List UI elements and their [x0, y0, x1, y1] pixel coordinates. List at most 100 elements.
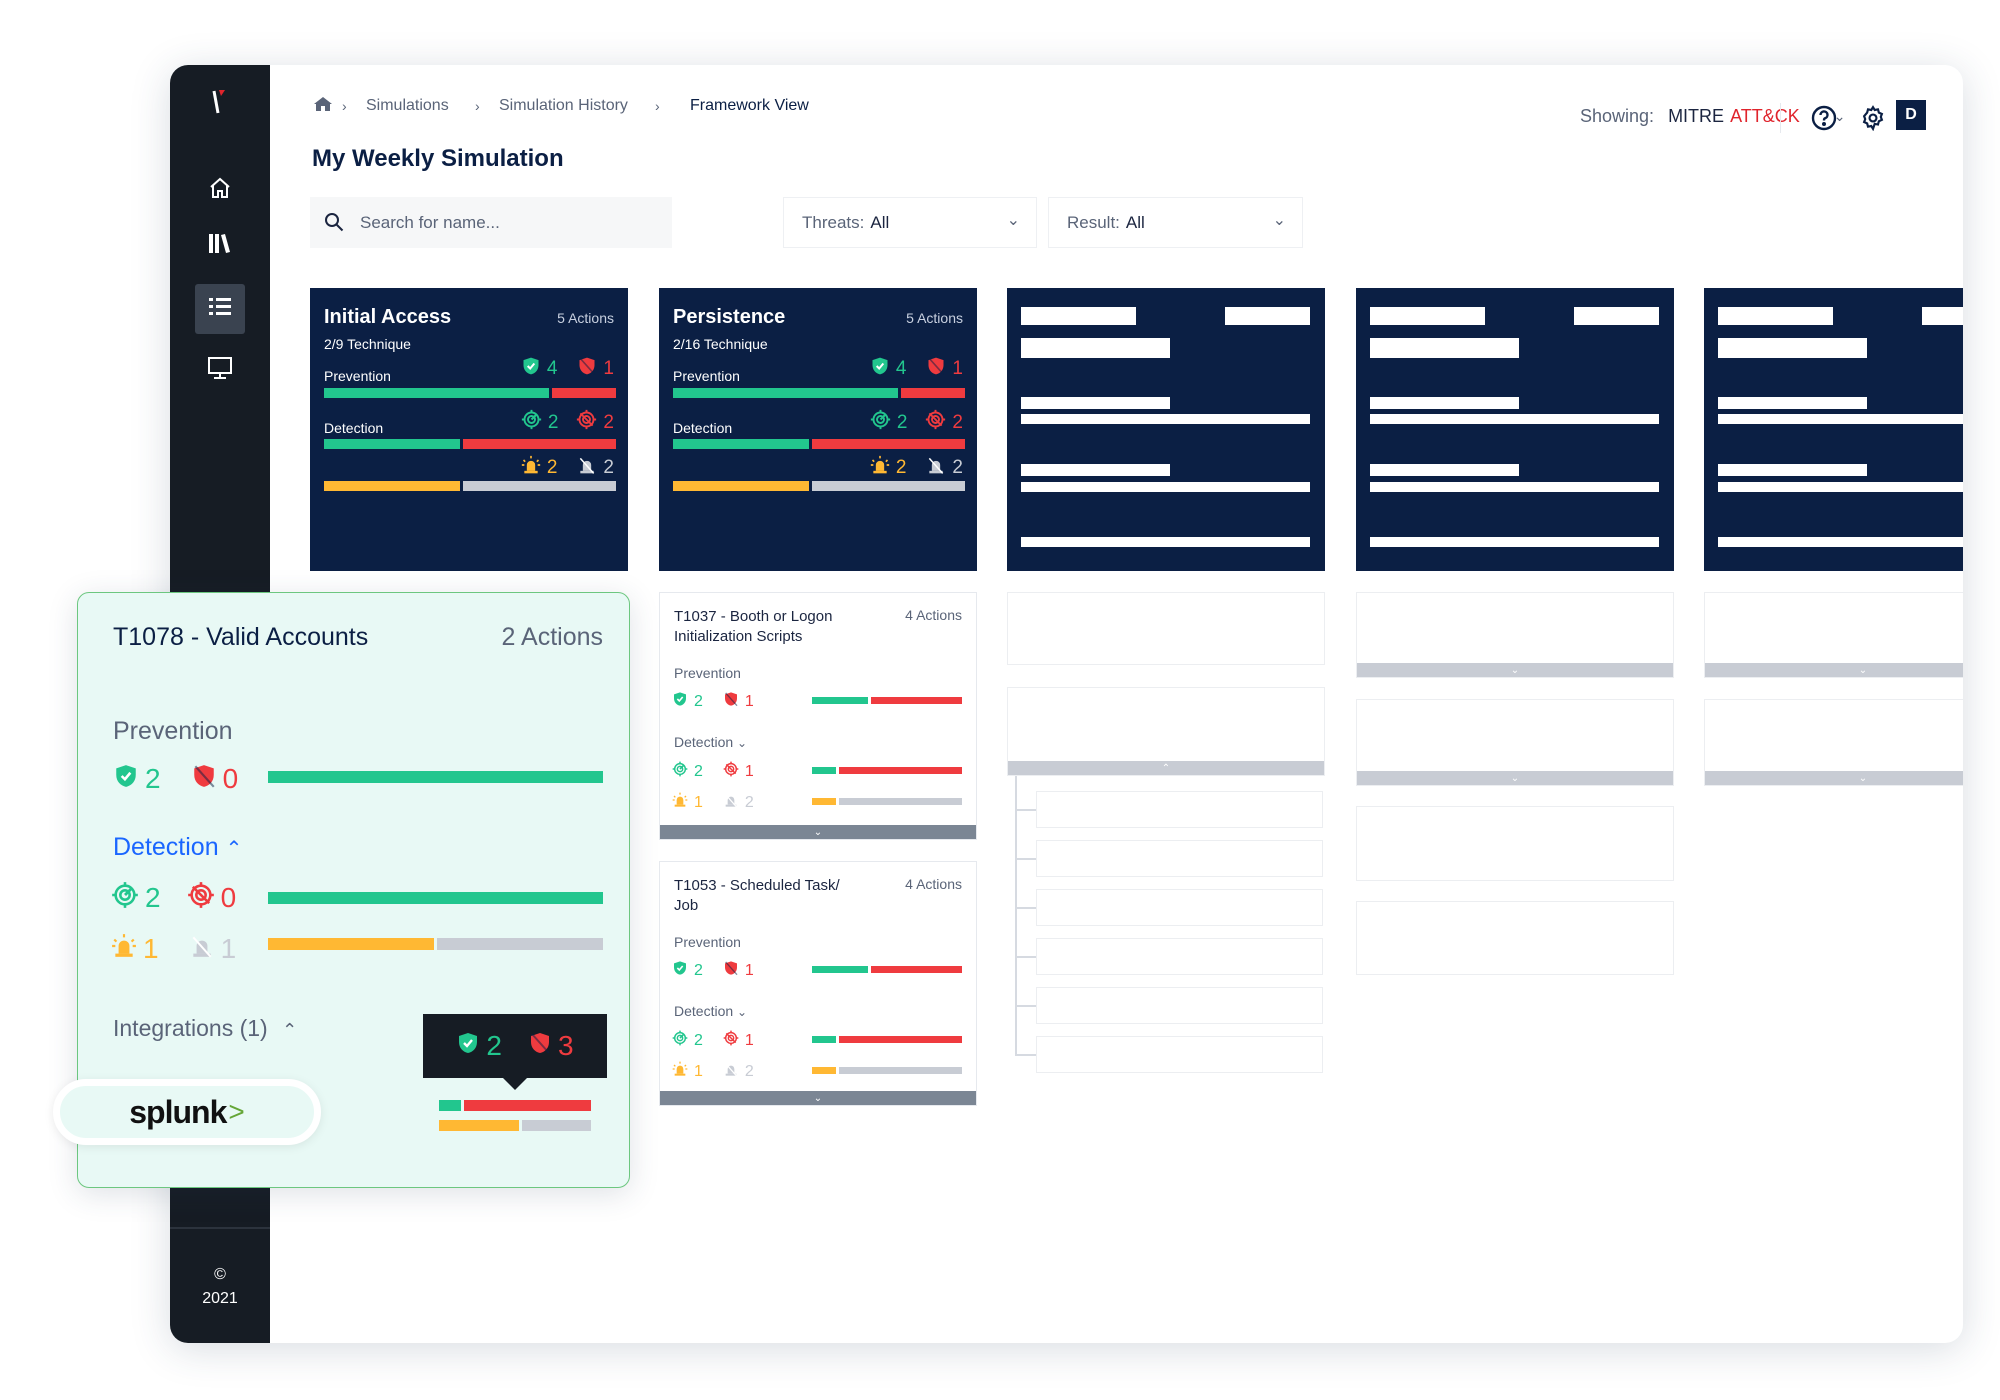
skeleton-line — [1370, 537, 1659, 547]
technique-card[interactable]: T1037 - Booth or Logon Initialization Sc… — [659, 592, 977, 840]
detection-toggle[interactable]: Detection ⌄ — [674, 734, 747, 750]
detection-bar — [812, 767, 962, 774]
tactic-card-placeholder — [1356, 288, 1674, 571]
alert-bar-filled — [812, 1067, 836, 1074]
target-icon — [111, 881, 139, 915]
detection-label: Detection — [674, 734, 734, 750]
search-placeholder: Search for name... — [360, 212, 500, 232]
prevention-counts: 21 — [672, 691, 754, 712]
logo[interactable] — [208, 87, 232, 117]
prevention-negative: 1 — [723, 960, 754, 981]
prevention-positive: 2 — [672, 960, 703, 981]
breadcrumb-separator: › — [655, 98, 660, 114]
technique-card-placeholder[interactable] — [1356, 806, 1674, 881]
detection-counts: 21 — [672, 1030, 754, 1052]
expand-button[interactable]: ⌄ — [1357, 771, 1673, 785]
prevention-counts: 41 — [870, 356, 963, 382]
sidebar-item-home[interactable] — [195, 165, 245, 215]
prevention-label: Prevention — [674, 665, 741, 681]
technique-card-placeholder[interactable]: ⌄ — [1356, 592, 1674, 678]
detection-toggle[interactable]: Detection ⌃ — [113, 833, 242, 862]
alert-positive: 1 — [672, 1061, 703, 1083]
alert-negative-count: 2 — [952, 457, 963, 478]
alert-bar-rest — [462, 481, 616, 491]
avatar[interactable]: D — [1896, 100, 1926, 130]
chevron-down-icon: ⌄ — [1858, 664, 1868, 676]
siren-off-icon — [723, 1061, 739, 1083]
breadcrumb-simulations[interactable]: Simulations — [366, 97, 449, 115]
target-off-icon — [187, 881, 215, 915]
technique-card-placeholder[interactable]: ⌄ — [1704, 699, 1963, 786]
home-icon — [208, 176, 232, 205]
alert-positive-count: 2 — [546, 457, 558, 478]
prevention-positive-count: 2 — [145, 763, 161, 794]
integration-tooltip: 23 — [423, 1014, 607, 1090]
sidebar-item-list[interactable] — [195, 284, 245, 334]
sub-technique-placeholder[interactable] — [1036, 791, 1323, 828]
prevention-label: Prevention — [113, 717, 233, 745]
chevron-up-icon: ⌃ — [282, 1020, 298, 1040]
tooltip-prevention-positive: 2 — [456, 1030, 502, 1062]
collapse-button[interactable]: ⌃ — [1008, 761, 1324, 775]
detection-negative-count: 2 — [952, 411, 963, 433]
detection-toggle[interactable]: Detection ⌄ — [674, 1003, 747, 1019]
breadcrumb-simulation-history[interactable]: Simulation History — [499, 97, 628, 115]
integrations-toggle[interactable]: Integrations (1) ⌃ — [113, 1015, 297, 1042]
detection-positive-count: 2 — [694, 763, 703, 780]
chevron-down-icon: ⌄ — [737, 1005, 748, 1019]
integration-alert-bar — [439, 1120, 591, 1131]
search-input[interactable]: Search for name... — [310, 197, 672, 248]
skeleton-line — [1718, 537, 1963, 547]
skeleton-line — [1718, 307, 1833, 325]
result-filter-label: Result: — [1067, 212, 1120, 232]
chevron-down-icon: ⌄ — [1510, 772, 1520, 784]
technique-card-placeholder[interactable]: ⌄ — [1704, 592, 1963, 678]
expand-button[interactable]: ⌄ — [1357, 663, 1673, 677]
prevention-bar-rest — [870, 697, 962, 704]
technique-title: T1053 - Scheduled Task/ Job — [674, 877, 840, 914]
technique-card-placeholder[interactable] — [1007, 592, 1325, 665]
sidebar-item-monitor[interactable] — [195, 345, 245, 395]
library-icon — [207, 230, 233, 261]
sub-technique-placeholder[interactable] — [1036, 1036, 1323, 1073]
prevention-bar — [324, 388, 616, 398]
tooltip-arrow — [503, 1078, 527, 1090]
skeleton-line — [1370, 482, 1659, 492]
expand-button[interactable]: ⌄ — [660, 825, 976, 839]
siren-icon — [672, 792, 688, 814]
alert-counts: 12 — [672, 1061, 754, 1083]
gear-icon[interactable] — [1860, 105, 1886, 136]
technique-card-placeholder[interactable]: ⌃ — [1007, 687, 1325, 776]
splunk-logo-mark: > — [228, 1096, 245, 1127]
tactic-technique-count: 2/9 Technique — [324, 336, 411, 352]
framework-selector[interactable]: Showing: MITRE ATT&CK ⌄ — [1580, 106, 1845, 127]
tactic-card[interactable]: Persistence 5 Actions 2/16 Technique Pre… — [659, 288, 977, 571]
expand-button[interactable]: ⌄ — [1705, 663, 1963, 677]
tree-branch — [1015, 809, 1036, 811]
tactic-card[interactable]: Initial Access 5 Actions 2/9 Technique P… — [310, 288, 628, 571]
tactic-card-placeholder — [1704, 288, 1963, 571]
sub-technique-placeholder[interactable] — [1036, 987, 1323, 1024]
detection-positive-count: 2 — [145, 882, 161, 913]
sub-technique-placeholder[interactable] — [1036, 938, 1323, 975]
sub-technique-placeholder[interactable] — [1036, 840, 1323, 877]
detection-counts: 20 — [111, 881, 236, 915]
sub-technique-placeholder[interactable] — [1036, 889, 1323, 926]
technique-card-placeholder[interactable]: ⌄ — [1356, 699, 1674, 786]
expand-button[interactable]: ⌄ — [1705, 771, 1963, 785]
breadcrumb-home[interactable] — [314, 96, 332, 117]
expand-button[interactable]: ⌄ — [660, 1091, 976, 1105]
help-icon[interactable] — [1811, 105, 1837, 136]
sidebar-item-library[interactable] — [195, 220, 245, 270]
list-icon — [208, 296, 232, 323]
technique-card-placeholder[interactable] — [1356, 901, 1674, 975]
prevention-bar — [812, 966, 962, 973]
skeleton-line — [1718, 464, 1867, 476]
threats-filter[interactable]: Threats: All ⌄ — [783, 197, 1037, 248]
skeleton-line — [1370, 464, 1519, 476]
technique-card[interactable]: T1053 - Scheduled Task/ Job 4 Actions Pr… — [659, 861, 977, 1106]
splunk-integration[interactable]: splunk > — [53, 1079, 321, 1145]
result-filter[interactable]: Result: All ⌄ — [1048, 197, 1303, 248]
detection-negative-count: 1 — [744, 763, 754, 780]
prevention-negative: 1 — [577, 356, 614, 382]
